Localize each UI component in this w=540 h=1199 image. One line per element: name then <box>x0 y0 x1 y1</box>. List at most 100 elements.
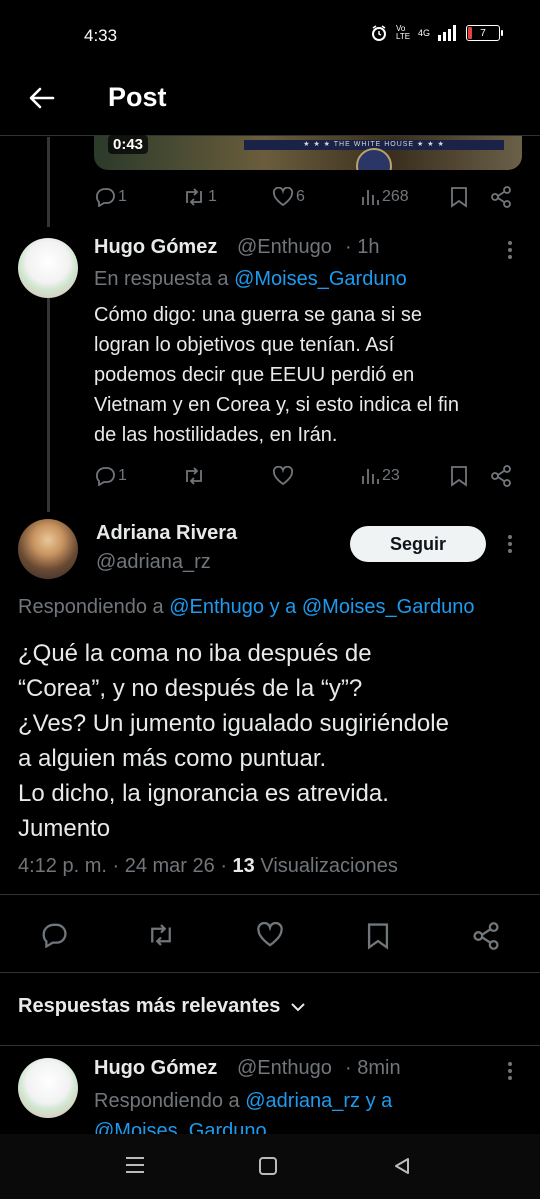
repost-icon <box>186 188 202 206</box>
share-button[interactable] <box>472 922 500 950</box>
repost-icon <box>151 924 171 946</box>
reply-button[interactable]: 1 <box>94 466 127 486</box>
views-count: 23 <box>382 467 400 484</box>
follow-button[interactable]: Seguir <box>350 526 486 562</box>
repost-button[interactable]: 1 <box>182 187 217 207</box>
menu-icon <box>126 1157 144 1173</box>
mention-link[interactable]: @adriana_rz <box>245 1090 360 1112</box>
mention-link[interactable]: @Moises_Garduno <box>234 268 407 290</box>
author-name[interactable]: Hugo Gómez <box>94 236 217 259</box>
repost-icon <box>186 467 202 485</box>
share-icon <box>473 922 499 950</box>
status-icons: Vo LTE 4G 7 <box>370 24 503 42</box>
reply-conjunction: y a <box>264 596 302 618</box>
share-icon <box>491 186 511 208</box>
views-label: Visualizaciones <box>254 855 398 877</box>
views-count: 268 <box>382 188 409 205</box>
repost-button[interactable] <box>146 922 176 948</box>
post-text-line: podemos decir que EEUU perdió en <box>94 364 415 386</box>
battery-icon: 7 <box>466 25 503 41</box>
post-text-line: de las hostilidades, en Irán. <box>94 424 338 446</box>
more-options-icon[interactable] <box>500 240 520 260</box>
bookmark-icon <box>451 466 467 487</box>
post-text-line: ¿Ves? Un jumento igualado sugiriéndole <box>18 710 449 737</box>
post-text-line: Jumento <box>18 815 111 842</box>
reply-prefix: Respondiendo a <box>18 596 170 618</box>
views-button[interactable]: 268 <box>360 187 409 207</box>
post-text-line: Lo dicho, la ignorancia es atrevida. <box>18 780 389 807</box>
heart-icon <box>257 922 283 947</box>
network-type-label: 4G <box>417 28 430 38</box>
post-text: ¿Qué la coma no iba después de “Corea”, … <box>18 636 528 846</box>
author-handle[interactable]: @adriana_rz <box>96 551 211 574</box>
reply-count: 1 <box>118 467 127 484</box>
mention-link[interactable]: @Moises_Garduno <box>302 596 475 618</box>
views-button[interactable]: 23 <box>360 466 400 486</box>
post-text-line: a alguien más como puntuar. <box>18 745 327 772</box>
reply-prefix: En respuesta a <box>94 268 235 290</box>
like-button[interactable] <box>272 466 294 486</box>
reply-context: Respondiendo a @Enthugo y a @Moises_Gard… <box>18 596 474 619</box>
author-handle[interactable]: @Enthugo <box>237 236 332 259</box>
post-text-line: Vietnam y en Corea y, si esto indica el … <box>94 394 459 416</box>
reply-context: Respondiendo a @adriana_rz y a <box>94 1090 392 1113</box>
system-nav-bar <box>0 1134 540 1199</box>
home-button[interactable] <box>258 1156 278 1181</box>
post-text: Cómo digo: una guerra se gana si se logr… <box>94 300 524 450</box>
repost-button[interactable] <box>182 466 206 486</box>
more-options-icon[interactable] <box>500 1061 520 1081</box>
sort-replies-dropdown[interactable]: Respuestas más relevantes <box>18 995 306 1018</box>
page-title: Post <box>108 82 167 112</box>
post-time: · 8min <box>345 1057 401 1079</box>
reply-icon <box>42 923 67 948</box>
mention-link[interactable]: @Enthugo <box>169 596 264 618</box>
avatar[interactable] <box>18 238 78 298</box>
bookmark-icon <box>451 187 467 208</box>
reply-icon <box>96 467 115 486</box>
post-timestamp: 4:12 p. m. · 24 mar 26 · <box>18 855 233 877</box>
recent-apps-button[interactable] <box>124 1156 146 1179</box>
back-nav-button[interactable] <box>392 1156 412 1181</box>
like-button[interactable]: 6 <box>272 187 305 207</box>
status-bar: 4:33 Vo LTE 4G 7 <box>0 0 540 72</box>
share-button[interactable] <box>490 465 512 487</box>
share-icon <box>491 465 511 487</box>
status-time: 4:33 <box>84 26 118 45</box>
arrow-left-icon <box>29 87 55 109</box>
thread-line <box>47 298 50 512</box>
repost-count: 1 <box>208 188 217 205</box>
share-button[interactable] <box>490 186 512 208</box>
author-name[interactable]: Hugo Gómez <box>94 1057 217 1080</box>
reply-icon <box>96 188 115 207</box>
divider <box>0 894 540 895</box>
more-options-icon[interactable] <box>500 534 520 554</box>
post-meta: 4:12 p. m. · 24 mar 26 · 13 Visualizacio… <box>18 855 398 878</box>
bookmark-icon <box>367 923 389 950</box>
avatar[interactable] <box>18 1058 78 1118</box>
post-time: · 1h <box>345 236 380 258</box>
bar-chart-icon <box>362 469 379 484</box>
reply-button[interactable] <box>40 922 68 948</box>
like-button[interactable] <box>256 922 284 948</box>
video-thumbnail[interactable]: ★ ★ ★ THE WHITE HOUSE ★ ★ ★ <box>94 136 522 170</box>
author-handle[interactable]: @Enthugo <box>237 1057 332 1080</box>
back-button[interactable] <box>22 78 62 118</box>
reply-context: En respuesta a @Moises_Garduno <box>94 268 407 291</box>
battery-level: 7 <box>480 27 486 39</box>
signal-icon <box>438 25 456 41</box>
post-text-line: logran lo objetivos que tenían. Así <box>94 334 395 356</box>
author-name[interactable]: Adriana Rivera <box>96 522 237 545</box>
reply-action-bar: 1 23 <box>94 463 514 489</box>
heart-icon <box>272 187 294 207</box>
volte-label: Vo LTE <box>395 24 411 41</box>
bookmark-button[interactable] <box>450 186 468 208</box>
reply-button[interactable]: 1 <box>94 187 127 207</box>
bookmark-button[interactable] <box>366 922 390 950</box>
chevron-down-icon <box>291 1002 306 1011</box>
reply-count: 1 <box>118 188 127 205</box>
home-square-icon <box>259 1157 277 1175</box>
alarm-icon <box>371 25 386 41</box>
avatar[interactable] <box>18 519 78 579</box>
main-action-bar <box>0 916 540 956</box>
bookmark-button[interactable] <box>450 465 468 487</box>
